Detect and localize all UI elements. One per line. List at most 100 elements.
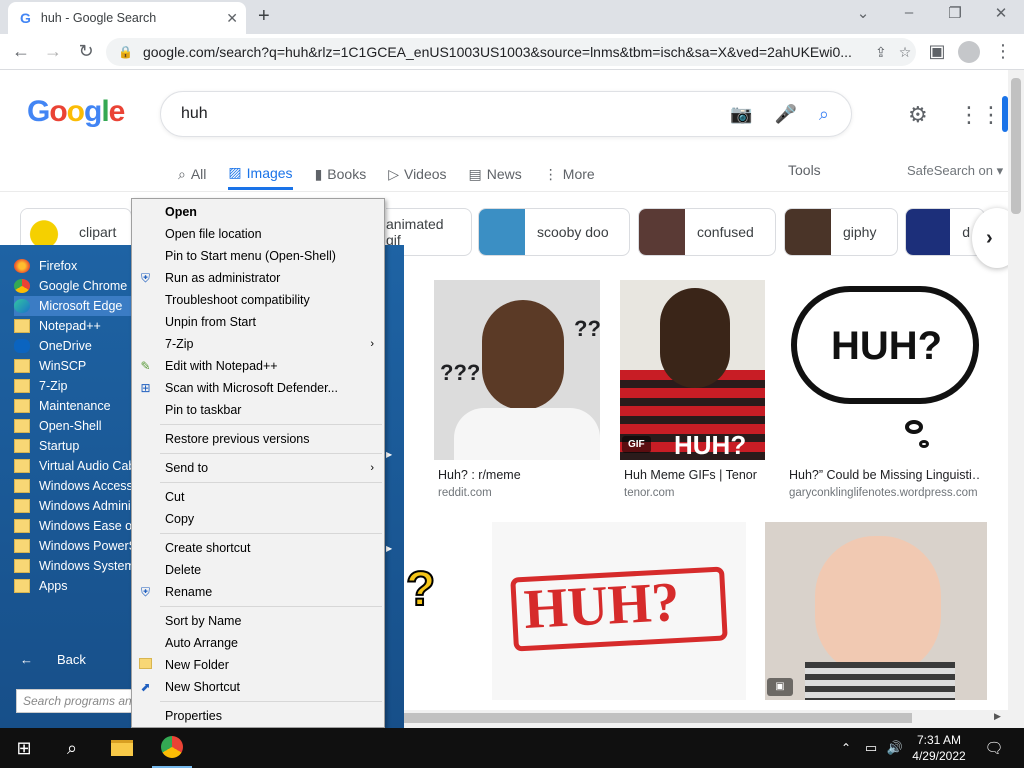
menu-item-new-folder[interactable]: New Folder <box>132 654 384 676</box>
chevron-up-icon[interactable]: ⌃ <box>836 728 856 768</box>
address-bar[interactable]: 🔒 google.com/search?q=huh&rlz=1C1GCEA_en… <box>106 38 916 66</box>
chrome-menu-icon[interactable]: ⋮ <box>992 41 1014 62</box>
settings-gear-icon[interactable]: ⚙ <box>908 102 928 128</box>
menu-item-sort-by-name[interactable]: Sort by Name <box>132 610 384 632</box>
menu-item-pin-to-start-menu[interactable]: Pin to Start menu (Open-Shell) <box>132 245 384 267</box>
browser-tab[interactable]: G huh - Google Search ✕ <box>8 2 246 34</box>
bookmark-star-icon[interactable]: ☆ <box>899 44 912 61</box>
camera-icon[interactable]: 📷 <box>730 104 752 125</box>
search-icon[interactable]: ⌕ <box>819 104 829 125</box>
menu-item-new-shortcut[interactable]: ⬈ New Shortcut <box>132 676 384 698</box>
google-apps-icon[interactable]: ⋮⋮ <box>958 102 1002 128</box>
search-icon[interactable]: ⌕ <box>52 728 92 768</box>
profile-avatar-icon[interactable] <box>958 41 980 63</box>
start-item-7zip[interactable]: 7-Zip <box>14 376 134 396</box>
start-item-startup[interactable]: Startup <box>14 436 134 456</box>
start-item-windows-powershell[interactable]: Windows PowerShell <box>14 536 134 556</box>
tab-search-icon[interactable]: ⌄ <box>852 4 874 22</box>
result-caption[interactable]: Huh? : r/meme <box>438 468 598 482</box>
menu-item-create-shortcut[interactable]: Create shortcut <box>132 537 384 559</box>
result-image[interactable]: ? <box>400 522 472 700</box>
result-caption[interactable]: Huh?” Could be Missing Linguisti… <box>789 468 981 482</box>
minimize-icon[interactable]: – <box>898 4 920 21</box>
chip-giphy[interactable]: giphy <box>784 208 898 256</box>
start-item-apps[interactable]: Apps <box>14 576 134 596</box>
menu-item-7zip[interactable]: 7-Zip › <box>132 333 384 355</box>
start-item-edge[interactable]: Microsoft Edge <box>14 296 134 316</box>
start-item-winscp[interactable]: WinSCP <box>14 356 134 376</box>
result-image[interactable]: HUH? <box>785 280 988 460</box>
chip-confused[interactable]: confused <box>638 208 776 256</box>
result-image[interactable]: HUH? GIF <box>620 280 765 460</box>
start-item-windows-accessories[interactable]: Windows Accessories <box>14 476 134 496</box>
menu-item-cut[interactable]: Cut <box>132 486 384 508</box>
search-query[interactable]: huh <box>181 105 730 123</box>
menu-item-run-as-administrator[interactable]: ⛨ Run as administrator <box>132 267 384 289</box>
start-item-open-shell[interactable]: Open-Shell <box>14 416 134 436</box>
scroll-right-arrow-icon[interactable]: ▶ <box>994 711 1001 722</box>
network-icon[interactable]: ▭ <box>860 728 882 768</box>
result-source[interactable]: garyconklinglifenotes.wordpress.com <box>789 487 978 499</box>
start-item-notepad-plus-plus[interactable]: Notepad++ <box>14 316 134 336</box>
file-explorer-icon[interactable] <box>102 728 142 768</box>
clock[interactable]: 7:31 AM 4/29/2022 <box>906 728 972 768</box>
back-arrow-icon[interactable]: ← <box>10 41 32 62</box>
notification-icon[interactable]: 🗨 <box>980 728 1008 768</box>
tab-videos[interactable]: ▷ Videos <box>388 158 446 190</box>
start-item-windows-admin-tools[interactable]: Windows Administrative Tools <box>14 496 134 516</box>
start-item-virtual-audio-cable[interactable]: Virtual Audio Cable <box>14 456 134 476</box>
menu-item-properties[interactable]: Properties <box>132 705 384 727</box>
vertical-scrollbar-thumb[interactable] <box>1011 78 1021 214</box>
google-logo[interactable]: Google <box>27 95 125 129</box>
menu-item-auto-arrange[interactable]: Auto Arrange <box>132 632 384 654</box>
result-image[interactable]: ??? ??? <box>434 280 600 460</box>
start-search-input[interactable]: Search programs and files <box>16 689 136 713</box>
window-close-icon[interactable]: ✕ <box>990 4 1012 22</box>
result-source[interactable]: reddit.com <box>438 487 492 499</box>
start-item-chrome[interactable]: Google Chrome <box>14 276 134 296</box>
volume-icon[interactable]: 🔊 <box>884 728 906 768</box>
tab-books[interactable]: ▮ Books <box>315 158 367 190</box>
tab-all[interactable]: ⌕ All <box>178 158 206 190</box>
forward-arrow-icon[interactable]: → <box>42 41 64 62</box>
menu-item-troubleshoot-compatibility[interactable]: Troubleshoot compatibility <box>132 289 384 311</box>
menu-item-pin-to-taskbar[interactable]: Pin to taskbar <box>132 399 384 421</box>
start-back-button[interactable]: ← Back <box>20 652 86 667</box>
result-source[interactable]: tenor.com <box>624 487 675 499</box>
menu-item-scan-with-defender[interactable]: ⊞ Scan with Microsoft Defender... <box>132 377 384 399</box>
start-item-firefox[interactable]: Firefox <box>14 256 134 276</box>
start-item-maintenance[interactable]: Maintenance <box>14 396 134 416</box>
tab-news[interactable]: ▤ News <box>469 158 522 190</box>
chrome-taskbar-icon[interactable] <box>152 728 192 768</box>
start-item-windows-system[interactable]: Windows System <box>14 556 134 576</box>
menu-item-open-file-location[interactable]: Open file location <box>132 223 384 245</box>
new-tab-icon[interactable]: + <box>258 5 270 28</box>
windows-start-icon[interactable]: ⊞ <box>4 728 44 768</box>
menu-item-rename[interactable]: ⛨ Rename <box>132 581 384 603</box>
menu-item-send-to[interactable]: Send to › <box>132 457 384 479</box>
menu-item-copy[interactable]: Copy <box>132 508 384 530</box>
reload-icon[interactable]: ↻ <box>75 41 97 62</box>
side-panel-icon[interactable]: ▣ <box>926 41 948 62</box>
restore-icon[interactable]: ❐ <box>944 4 966 22</box>
menu-item-delete[interactable]: Delete <box>132 559 384 581</box>
result-image[interactable]: HUH? <box>492 522 746 700</box>
close-tab-icon[interactable]: ✕ <box>226 10 238 27</box>
share-icon[interactable]: ⇪ <box>875 44 887 61</box>
start-item-windows-ease-of-access[interactable]: Windows Ease of Access <box>14 516 134 536</box>
safesearch-toggle[interactable]: SafeSearch on ▾ <box>907 163 1003 179</box>
menu-item-edit-with-notepad[interactable]: ✎ Edit with Notepad++ <box>132 355 384 377</box>
result-caption[interactable]: Huh Meme GIFs | Tenor <box>624 468 764 482</box>
search-box[interactable]: huh 📷 🎤 ⌕ <box>160 91 852 137</box>
start-item-onedrive[interactable]: OneDrive <box>14 336 134 356</box>
result-image[interactable]: ▣ <box>765 522 987 700</box>
menu-item-unpin-from-start[interactable]: Unpin from Start <box>132 311 384 333</box>
menu-item-restore-previous-versions[interactable]: Restore previous versions <box>132 428 384 450</box>
horizontal-scrollbar-thumb[interactable] <box>402 713 912 723</box>
tab-images[interactable]: ▨ Images <box>228 158 293 190</box>
chip-scooby-doo[interactable]: scooby doo <box>478 208 630 256</box>
tools-button[interactable]: Tools <box>788 162 821 178</box>
microphone-icon[interactable]: 🎤 <box>774 104 796 125</box>
menu-item-open[interactable]: Open <box>132 201 384 223</box>
tab-more[interactable]: ⋮ More <box>544 158 595 190</box>
